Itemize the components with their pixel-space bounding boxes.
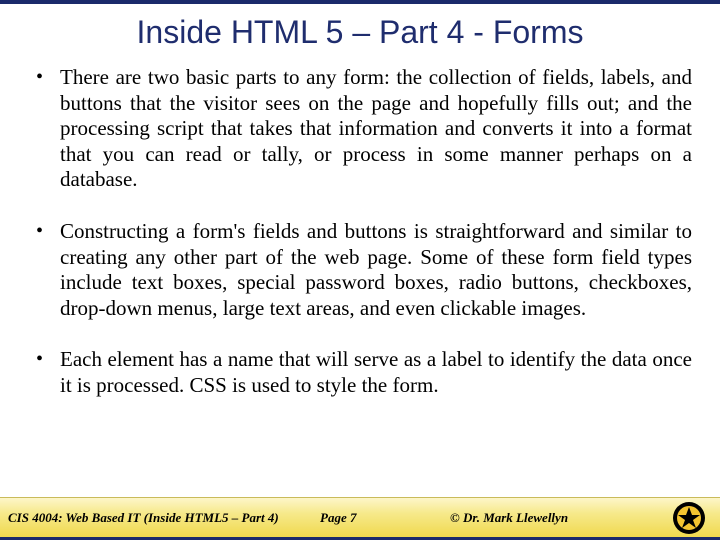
- bullet-item: There are two basic parts to any form: t…: [28, 65, 692, 193]
- bullet-item: Each element has a name that will serve …: [28, 347, 692, 398]
- slide-container: Inside HTML 5 – Part 4 - Forms There are…: [0, 0, 720, 540]
- ucf-logo-icon: [672, 501, 706, 535]
- footer-course: CIS 4004: Web Based IT (Inside HTML5 – P…: [0, 510, 320, 526]
- footer-page: Page 7: [320, 510, 450, 526]
- slide-content: There are two basic parts to any form: t…: [0, 65, 720, 497]
- footer-author: © Dr. Mark Llewellyn: [450, 510, 630, 526]
- slide-title: Inside HTML 5 – Part 4 - Forms: [0, 14, 720, 51]
- bullet-item: Constructing a form's fields and buttons…: [28, 219, 692, 321]
- bullet-list: There are two basic parts to any form: t…: [28, 65, 692, 399]
- slide-footer: CIS 4004: Web Based IT (Inside HTML5 – P…: [0, 497, 720, 537]
